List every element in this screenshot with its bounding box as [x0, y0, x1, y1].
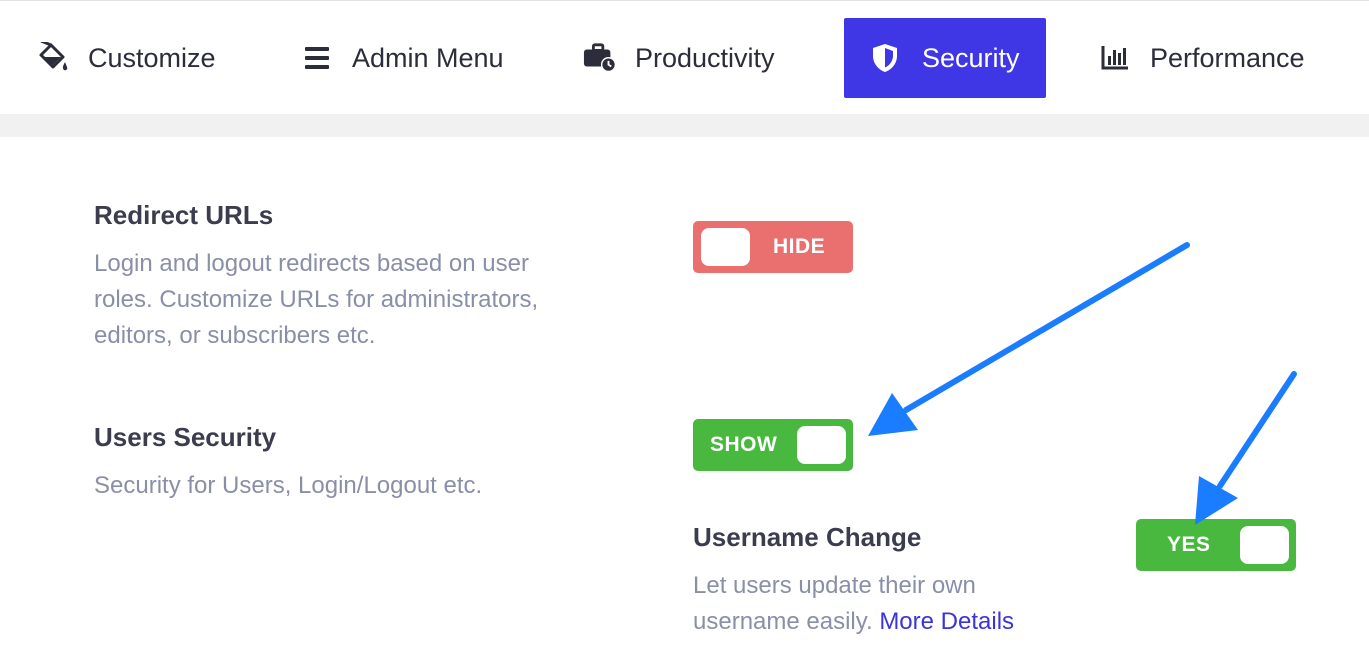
username-change-toggle[interactable]: YES	[1136, 519, 1296, 571]
toggle-label: SHOW	[710, 433, 778, 456]
description-line: roles. Customize URLs for administrators…	[94, 286, 539, 313]
bar-chart-icon	[1098, 41, 1132, 75]
description-text: username easily.	[693, 608, 873, 635]
tab-label: Performance	[1150, 42, 1305, 73]
tab-label: Admin Menu	[352, 42, 504, 73]
tab-performance[interactable]: Performance	[1098, 18, 1305, 98]
redirect-urls-description: Login and logout redirects based on user…	[94, 246, 538, 354]
shield-icon	[868, 41, 902, 75]
redirect-urls-toggle[interactable]: HIDE	[693, 221, 853, 273]
username-change-description: Let users update their own username easi…	[693, 568, 1014, 640]
username-change-title: Username Change	[693, 522, 922, 552]
tab-label: Customize	[88, 42, 216, 73]
header-divider-strip	[0, 114, 1369, 137]
tab-admin-menu[interactable]: Admin Menu	[300, 18, 504, 98]
more-details-link[interactable]: More Details	[879, 608, 1014, 635]
hamburger-menu-icon	[300, 41, 334, 75]
briefcase-clock-icon	[583, 41, 617, 75]
toggle-knob	[1240, 526, 1289, 564]
annotation-arrow	[868, 242, 1190, 436]
description-line: Let users update their own	[693, 572, 976, 599]
tab-label: Security	[922, 42, 1020, 73]
description-line: editors, or subscribers etc.	[94, 322, 376, 349]
toggle-knob	[701, 228, 750, 266]
toggle-label: HIDE	[773, 235, 826, 258]
users-security-description: Security for Users, Login/Logout etc.	[94, 472, 483, 499]
paint-bucket-icon	[36, 41, 70, 75]
top-tab-bar: Customize Admin Menu Productivity Securi…	[0, 0, 1369, 114]
tab-productivity[interactable]: Productivity	[583, 18, 775, 98]
annotation-arrow	[1195, 371, 1297, 525]
redirect-urls-title: Redirect URLs	[94, 200, 274, 230]
toggle-knob	[797, 426, 846, 464]
tab-customize[interactable]: Customize	[36, 18, 216, 98]
users-security-title: Users Security	[94, 422, 277, 452]
tab-security[interactable]: Security	[844, 18, 1046, 98]
description-line: username easily. More Details	[693, 604, 1014, 640]
users-security-toggle[interactable]: SHOW	[693, 419, 853, 471]
description-line: Login and logout redirects based on user	[94, 250, 529, 277]
toggle-label: YES	[1167, 533, 1211, 556]
tab-label: Productivity	[635, 42, 775, 73]
